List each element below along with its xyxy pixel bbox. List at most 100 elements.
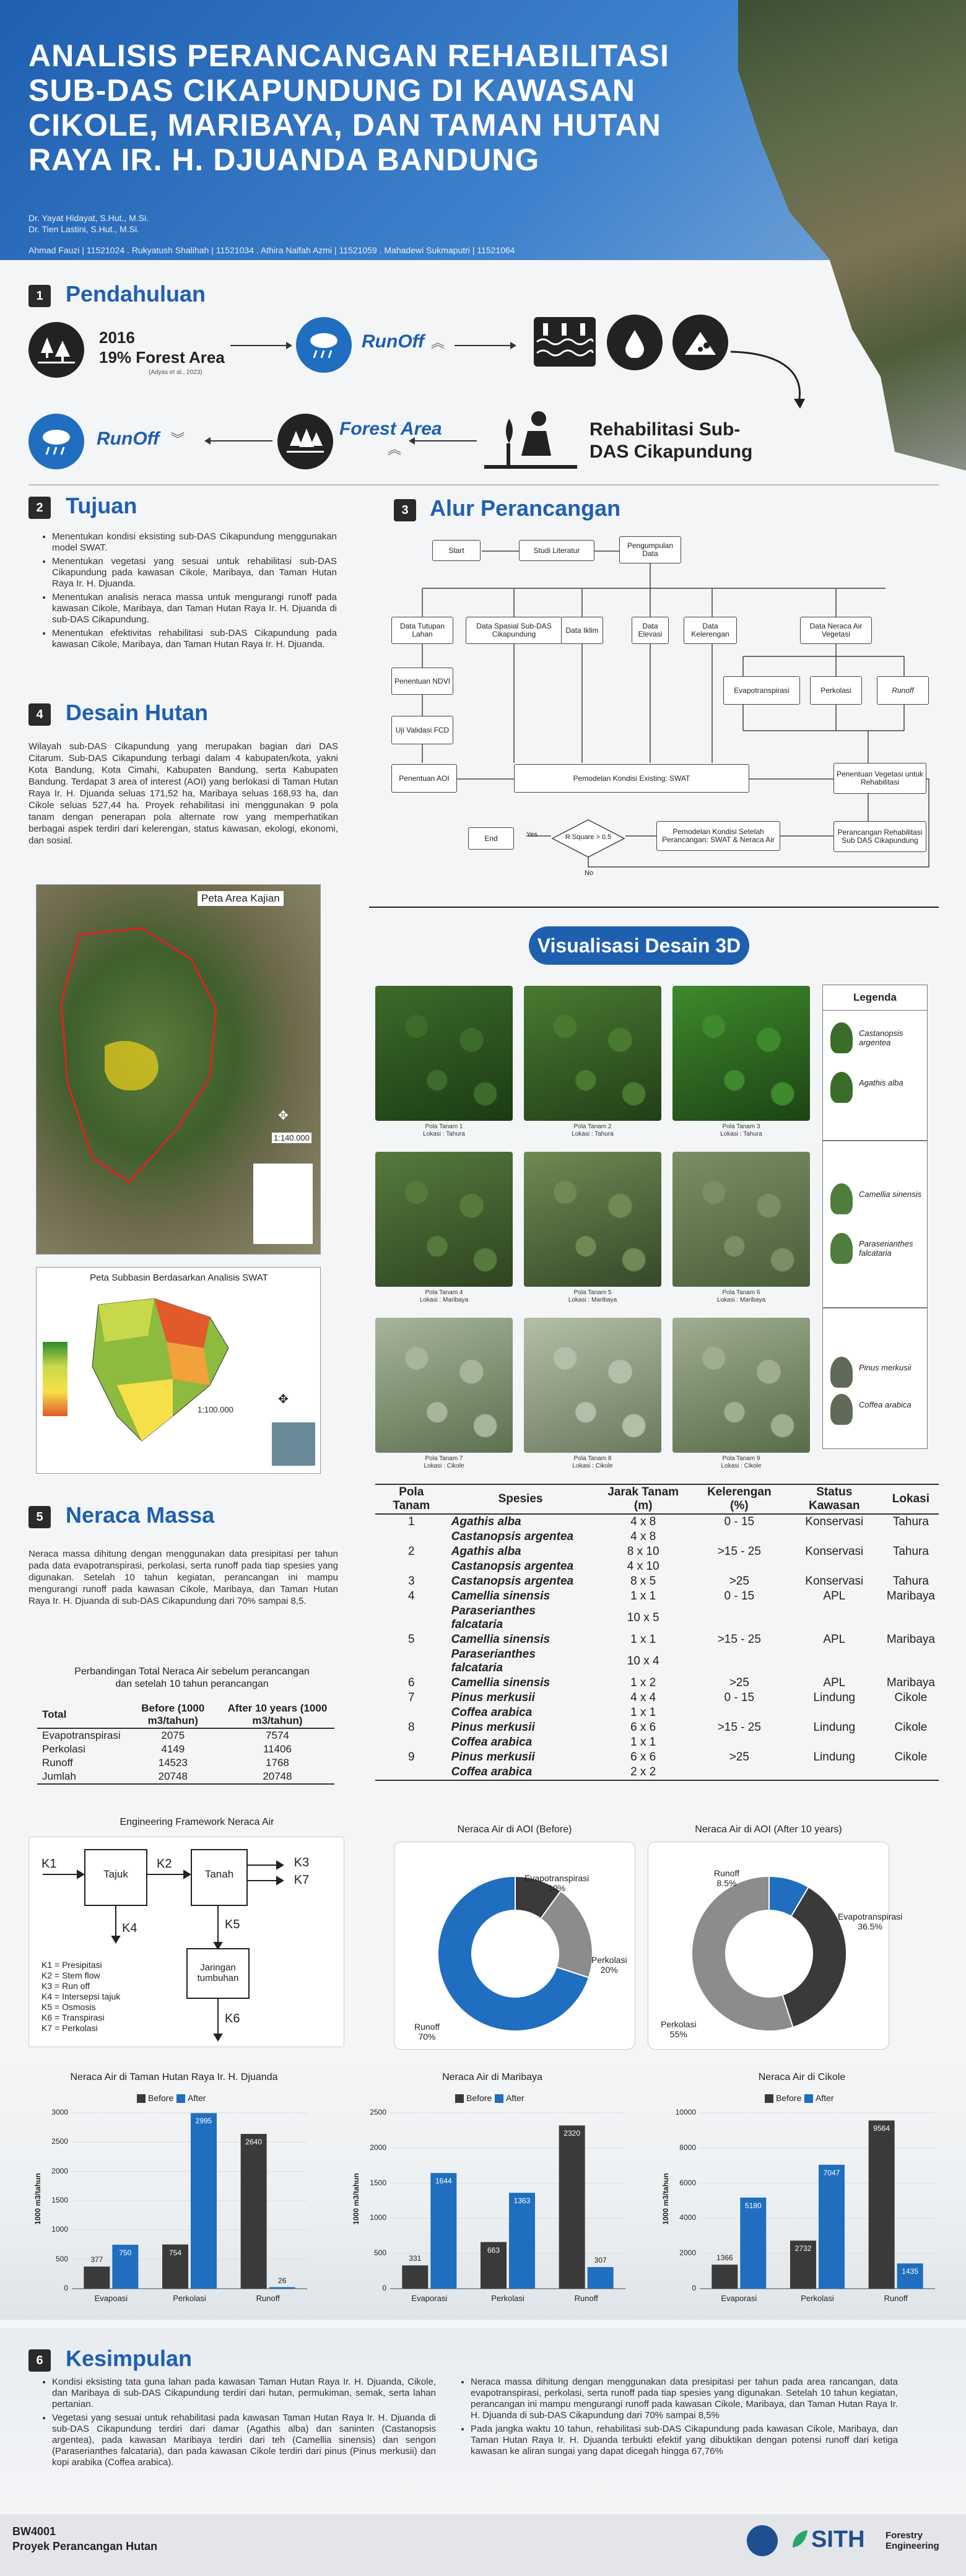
table-cell: Tahura bbox=[892, 1545, 929, 1558]
y-tick-label: 2500 bbox=[51, 2137, 68, 2146]
table-cell: 1768 bbox=[266, 1757, 289, 1769]
table-cell: >25 bbox=[729, 1676, 749, 1689]
y-tick-label: 500 bbox=[55, 2254, 68, 2263]
advisor-1: Dr. Yayat Hidayat, S.Hut., M.Si. bbox=[28, 213, 149, 223]
table-row: Coffea arabica 1 x 1 bbox=[375, 1735, 939, 1750]
bar-value-label: 1366 bbox=[716, 2253, 733, 2263]
table-cell bbox=[693, 1559, 786, 1574]
table-cell: 1 x 1 bbox=[630, 1590, 656, 1603]
table-cell: Cikole bbox=[894, 1691, 928, 1704]
table-cell: Castanopsis argentea bbox=[451, 1560, 574, 1573]
objective-item: Menentukan kondisi eksisting sub-DAS Cik… bbox=[52, 531, 337, 554]
viz-caption: Pola Tanam 3 bbox=[722, 1123, 760, 1130]
bar-value-label: 2995 bbox=[195, 2117, 212, 2126]
framework-legend-item: K6 = Transpirasi bbox=[41, 2012, 105, 2022]
table-cell: >25 bbox=[729, 1751, 749, 1764]
viz-thumbnail bbox=[375, 1318, 513, 1453]
objective-item: Menentukan analisis neraca massa untuk m… bbox=[52, 592, 337, 625]
divider bbox=[28, 484, 939, 485]
legend-label: After bbox=[506, 2093, 524, 2103]
x-tick-label: Runoff bbox=[574, 2294, 598, 2303]
poster-title: ANALISIS PERANCANGAN REHABILITASI SUB-DA… bbox=[28, 38, 669, 177]
table-row: Coffea arabica 1 x 1 bbox=[375, 1705, 939, 1720]
viz-caption: Lokasi : Cikole bbox=[721, 1463, 762, 1469]
section-number: 1 bbox=[28, 285, 51, 307]
table-row: 8 Pinus merkusii 6 x 6 >15 - 25 Lindung Cikol… bbox=[375, 1720, 939, 1735]
bar-value-label: 2640 bbox=[245, 2138, 262, 2147]
planting-icon bbox=[484, 406, 577, 474]
x-tick-label: Evaporasi bbox=[721, 2294, 757, 2303]
x-tick-label: Perkolasi bbox=[491, 2294, 524, 2303]
framework-legend: K1 = Presipitasi K2 = Stem flow K3 = Run o… bbox=[41, 1960, 120, 2034]
divider bbox=[369, 907, 939, 908]
flow-perkolasi: Perkolasi bbox=[810, 676, 862, 705]
runoff-up-label: RunOff bbox=[362, 331, 425, 352]
table-row: 9 Pinus merkusii 6 x 6 >25 Lindung Cikole bbox=[375, 1750, 939, 1765]
legend-species: Camellia sinensis bbox=[859, 1190, 922, 1199]
section-title: Alur Perancangan bbox=[430, 495, 621, 521]
section-number: 6 bbox=[28, 2349, 51, 2372]
table-row: 1 Agathis alba 4 x 8 0 - 15 Konservasi Tahura bbox=[375, 1514, 939, 1530]
legend-swatch bbox=[137, 2094, 146, 2103]
framework-diagram: Tajuk Tanah Jaringan tumbuhan K1 K2 K3 K… bbox=[28, 1837, 344, 2047]
viz-title-pill: Visualisasi Desain 3D bbox=[529, 926, 749, 965]
table-cell: 4 x 10 bbox=[627, 1560, 659, 1573]
x-tick-label: Evapoasi bbox=[94, 2294, 128, 2303]
conclusion-left: Kondisi eksisting tata guna lahan pada k… bbox=[40, 2377, 436, 2471]
inset-map bbox=[272, 1422, 315, 1466]
flood-icon bbox=[534, 317, 596, 367]
flow-neraca-vegetasi: Data Neraca Air Vegetasi bbox=[800, 617, 872, 644]
legend-label: After bbox=[188, 2093, 206, 2103]
table-cell bbox=[692, 1765, 786, 1781]
flow-spasial: Data Spasial Sub-DAS Cikapundung bbox=[466, 617, 562, 644]
table-cell bbox=[375, 1604, 448, 1632]
framework-legend-item: K5 = Osmosis bbox=[41, 2002, 96, 2012]
viz-thumbnail bbox=[375, 986, 513, 1121]
k5-label: K5 bbox=[225, 1918, 240, 1931]
table-cell: Runoff bbox=[42, 1757, 73, 1769]
map-scale: 1:100.000 bbox=[198, 1405, 233, 1414]
donut-label-name: Evapotranspirasi bbox=[838, 1912, 903, 1921]
table-cell bbox=[693, 1604, 786, 1632]
bar-value-label: 663 bbox=[487, 2245, 500, 2255]
legend-species: Paraserianthes falcataria bbox=[859, 1239, 913, 1258]
itb-logo bbox=[747, 2525, 778, 2556]
table-cell: Konservasi bbox=[805, 1545, 864, 1558]
bar-value-label: 1435 bbox=[902, 2267, 918, 2276]
bar bbox=[240, 2134, 267, 2289]
forest-icon bbox=[277, 414, 333, 469]
pola-tanam-table: Pola Tanam Spesies Jarak Tanam (m) Kelereng… bbox=[375, 1484, 939, 1781]
table-cell bbox=[375, 1647, 448, 1676]
viz-caption: Pola Tanam 4 bbox=[425, 1289, 463, 1296]
map-legend bbox=[43, 1342, 67, 1416]
table-cell: >15 - 25 bbox=[717, 1721, 761, 1734]
bar bbox=[587, 2267, 614, 2289]
map-scale: 1:140.000 bbox=[272, 1133, 311, 1143]
x-tick-label: Perkolasi bbox=[173, 2294, 206, 2303]
tree-icon bbox=[830, 1233, 853, 1264]
donut-label: Evapotranspirasi 10% bbox=[524, 1873, 589, 1893]
flow-end: End bbox=[468, 827, 514, 850]
flow-vegetasi: Penentuan Vegetasi untuk Rehabilitasi bbox=[833, 763, 926, 794]
section-number: 2 bbox=[28, 497, 51, 519]
objective-item: Menentukan vegetasi yang sesuai untuk re… bbox=[52, 556, 337, 590]
bar-value-label: 307 bbox=[594, 2256, 607, 2265]
table-row: Paraserianthes falcataria 10 x 4 bbox=[375, 1647, 939, 1676]
table-cell: Lindung bbox=[813, 1751, 856, 1764]
legend-swatch bbox=[765, 2094, 773, 2103]
table-cell: 10 x 4 bbox=[627, 1655, 659, 1668]
legend-title: Legenda bbox=[823, 985, 927, 1011]
table-cell bbox=[786, 1559, 883, 1574]
curved-arrow-icon bbox=[731, 350, 805, 409]
table-cell: 1 x 1 bbox=[630, 1736, 656, 1749]
table-cell: Cikole bbox=[894, 1751, 928, 1764]
table-header-cell: Total bbox=[37, 1702, 126, 1729]
chevron-down-icon: ︾ bbox=[171, 432, 185, 447]
table-cell: 0 - 15 bbox=[724, 1515, 755, 1528]
bar-value-label: 2320 bbox=[564, 2129, 580, 2138]
table-cell: Camellia sinensis bbox=[451, 1633, 550, 1646]
flow-rsq-label: R Square > 0.5 bbox=[565, 833, 612, 841]
donut-label-name: Perkolasi bbox=[661, 2019, 697, 2029]
section-title: Kesimpulan bbox=[66, 2346, 193, 2371]
donut-title: Neraca Air di AOI (Before) bbox=[457, 1824, 572, 1835]
